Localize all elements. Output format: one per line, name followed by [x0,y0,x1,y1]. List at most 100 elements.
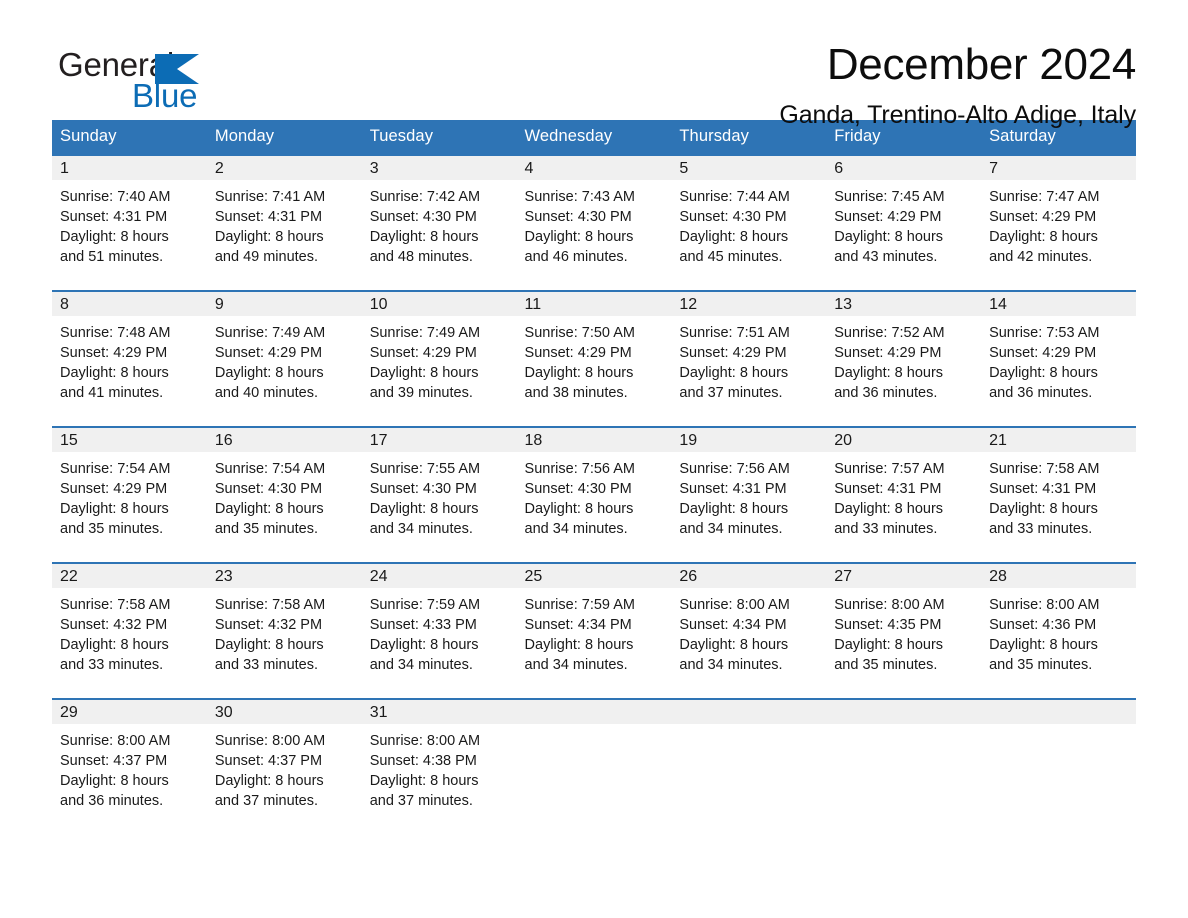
daylight-text-line1: Daylight: 8 hours [60,773,169,789]
sunrise-text: Sunrise: 7:59 AM [524,597,635,613]
day-cell[interactable]: 30 Sunrise: 8:00 AM Sunset: 4:37 PM Dayl… [206,698,362,834]
day-cell[interactable]: 23 Sunrise: 7:58 AM Sunset: 4:32 PM Dayl… [206,562,362,699]
day-details: Sunrise: 7:56 AM Sunset: 4:30 PM Dayligh… [517,452,672,539]
day-cell[interactable]: 1 Sunrise: 7:40 AM Sunset: 4:31 PM Dayli… [52,154,207,291]
day-number: 24 [361,564,517,588]
day-number: 31 [361,700,517,724]
day-cell[interactable]: 22 Sunrise: 7:58 AM Sunset: 4:32 PM Dayl… [52,562,207,699]
calendar-body: 1 Sunrise: 7:40 AM Sunset: 4:31 PM Dayli… [52,154,1136,834]
sunset-text: Sunset: 4:30 PM [214,481,323,497]
day-cell[interactable]: 7 Sunrise: 7:47 AM Sunset: 4:29 PM Dayli… [981,154,1136,291]
sunrise-text: Sunrise: 8:00 AM [679,597,790,613]
sunrise-text: Sunrise: 7:45 AM [834,189,945,205]
day-details: Sunrise: 7:54 AM Sunset: 4:30 PM Dayligh… [207,452,362,539]
daylight-text-line2: and 35 minutes. [834,657,938,673]
daylight-text-line2: and 35 minutes. [60,521,164,537]
sunrise-text: Sunrise: 7:51 AM [679,325,790,341]
daylight-text-line1: Daylight: 8 hours [524,365,634,381]
daylight-text-line2: and 37 minutes. [369,793,473,809]
day-cell[interactable]: 15 Sunrise: 7:54 AM Sunset: 4:29 PM Dayl… [52,426,207,563]
sunset-text: Sunset: 4:30 PM [524,481,632,497]
sunrise-text: Sunrise: 7:59 AM [369,597,481,613]
daylight-text-line2: and 36 minutes. [60,793,164,809]
sunset-text: Sunset: 4:37 PM [214,753,323,769]
day-cell[interactable]: 5 Sunrise: 7:44 AM Sunset: 4:30 PM Dayli… [671,154,827,291]
daylight-text-line1: Daylight: 8 hours [679,501,789,517]
day-cell[interactable]: 26 Sunrise: 8:00 AM Sunset: 4:34 PM Dayl… [671,562,827,699]
sunset-text: Sunset: 4:31 PM [60,209,168,225]
day-cell[interactable]: 13 Sunrise: 7:52 AM Sunset: 4:29 PM Dayl… [826,290,982,427]
sunset-text: Sunset: 4:29 PM [989,345,1097,361]
day-number: 5 [671,156,827,180]
sunrise-text: Sunrise: 8:00 AM [834,597,945,613]
generalblue-logo[interactable]: General Blue [58,46,258,118]
daylight-text-line2: and 34 minutes. [369,521,473,537]
day-cell[interactable]: 6 Sunrise: 7:45 AM Sunset: 4:29 PM Dayli… [826,154,982,291]
sunset-text: Sunset: 4:29 PM [679,345,787,361]
daylight-text-line1: Daylight: 8 hours [989,637,1098,653]
day-cell[interactable]: 17 Sunrise: 7:55 AM Sunset: 4:30 PM Dayl… [361,426,517,563]
day-cell-empty [981,698,1136,834]
sunrise-text: Sunrise: 7:47 AM [989,189,1100,205]
day-cell[interactable]: 12 Sunrise: 7:51 AM Sunset: 4:29 PM Dayl… [671,290,827,427]
day-cell[interactable]: 9 Sunrise: 7:49 AM Sunset: 4:29 PM Dayli… [206,290,362,427]
daylight-text-line1: Daylight: 8 hours [369,229,479,245]
daylight-text-line1: Daylight: 8 hours [60,365,169,381]
daylight-text-line2: and 42 minutes. [989,249,1093,265]
sunset-text: Sunset: 4:36 PM [989,617,1097,633]
sunrise-text: Sunrise: 7:55 AM [369,461,481,477]
day-details: Sunrise: 7:44 AM Sunset: 4:30 PM Dayligh… [671,180,826,267]
day-details: Sunrise: 7:47 AM Sunset: 4:29 PM Dayligh… [981,180,1136,267]
sunrise-text: Sunrise: 7:54 AM [60,461,171,477]
day-cell[interactable]: 19 Sunrise: 7:56 AM Sunset: 4:31 PM Dayl… [671,426,827,563]
sunrise-text: Sunrise: 7:54 AM [214,461,326,477]
sunrise-text: Sunrise: 7:58 AM [214,597,326,613]
sunrise-sunset-calendar-table: Sunday Monday Tuesday Wednesday Thursday… [52,120,1136,834]
day-cell[interactable]: 4 Sunrise: 7:43 AM Sunset: 4:30 PM Dayli… [516,154,672,291]
day-cell[interactable]: 3 Sunrise: 7:42 AM Sunset: 4:30 PM Dayli… [361,154,517,291]
sunrise-text: Sunrise: 8:00 AM [369,733,481,749]
daylight-text-line2: and 36 minutes. [834,385,938,401]
day-cell[interactable]: 29 Sunrise: 8:00 AM Sunset: 4:37 PM Dayl… [52,698,207,834]
daylight-text-line1: Daylight: 8 hours [369,773,479,789]
sunset-text: Sunset: 4:31 PM [214,209,323,225]
daylight-text-line1: Daylight: 8 hours [989,501,1098,517]
day-cell[interactable]: 8 Sunrise: 7:48 AM Sunset: 4:29 PM Dayli… [52,290,207,427]
day-cell[interactable]: 27 Sunrise: 8:00 AM Sunset: 4:35 PM Dayl… [826,562,982,699]
day-number: 11 [516,292,672,316]
day-number [826,700,982,724]
sunrise-text: Sunrise: 7:43 AM [524,189,635,205]
day-cell[interactable]: 2 Sunrise: 7:41 AM Sunset: 4:31 PM Dayli… [206,154,362,291]
day-number: 29 [52,700,207,724]
day-number: 19 [671,428,827,452]
day-details: Sunrise: 7:42 AM Sunset: 4:30 PM Dayligh… [362,180,517,267]
day-cell[interactable]: 21 Sunrise: 7:58 AM Sunset: 4:31 PM Dayl… [981,426,1136,563]
daylight-text-line1: Daylight: 8 hours [834,501,944,517]
daylight-text-line1: Daylight: 8 hours [679,365,789,381]
day-cell[interactable]: 25 Sunrise: 7:59 AM Sunset: 4:34 PM Dayl… [516,562,672,699]
day-cell[interactable]: 24 Sunrise: 7:59 AM Sunset: 4:33 PM Dayl… [361,562,517,699]
day-cell[interactable]: 31 Sunrise: 8:00 AM Sunset: 4:38 PM Dayl… [361,698,517,834]
day-cell[interactable]: 14 Sunrise: 7:53 AM Sunset: 4:29 PM Dayl… [981,290,1136,427]
day-cell[interactable]: 11 Sunrise: 7:50 AM Sunset: 4:29 PM Dayl… [516,290,672,427]
day-cell[interactable]: 16 Sunrise: 7:54 AM Sunset: 4:30 PM Dayl… [206,426,362,563]
daylight-text-line2: and 34 minutes. [679,521,783,537]
day-number: 6 [826,156,982,180]
day-number: 8 [52,292,207,316]
day-cell[interactable]: 10 Sunrise: 7:49 AM Sunset: 4:29 PM Dayl… [361,290,517,427]
day-number [671,700,827,724]
day-cell[interactable]: 20 Sunrise: 7:57 AM Sunset: 4:31 PM Dayl… [826,426,982,563]
day-cell-empty [671,698,827,834]
sunrise-text: Sunrise: 7:44 AM [679,189,790,205]
daylight-text-line1: Daylight: 8 hours [989,365,1098,381]
day-details: Sunrise: 7:52 AM Sunset: 4:29 PM Dayligh… [826,316,981,403]
day-cell[interactable]: 18 Sunrise: 7:56 AM Sunset: 4:30 PM Dayl… [516,426,672,563]
day-cell[interactable]: 28 Sunrise: 8:00 AM Sunset: 4:36 PM Dayl… [981,562,1136,699]
day-number: 3 [361,156,517,180]
day-details: Sunrise: 7:59 AM Sunset: 4:33 PM Dayligh… [362,588,517,675]
day-number: 15 [52,428,207,452]
day-number: 2 [206,156,362,180]
calendar-week-row: 15 Sunrise: 7:54 AM Sunset: 4:29 PM Dayl… [52,426,1136,563]
sunset-text: Sunset: 4:29 PM [989,209,1097,225]
daylight-text-line1: Daylight: 8 hours [679,637,789,653]
